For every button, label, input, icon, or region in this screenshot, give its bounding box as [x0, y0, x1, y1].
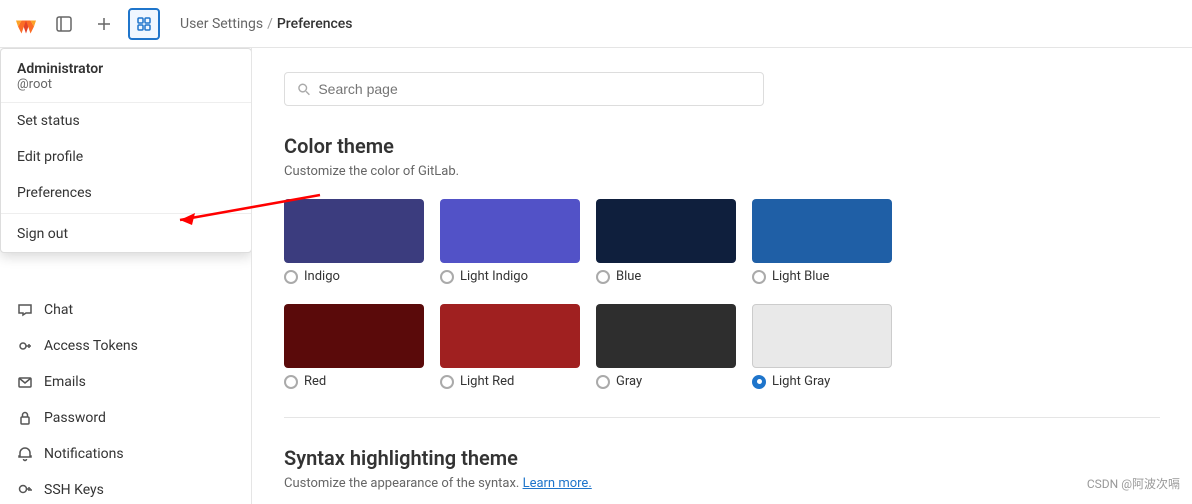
color-swatch-gray[interactable] [596, 304, 736, 368]
color-option-red: Red [284, 304, 424, 389]
search-icon [297, 82, 310, 96]
password-icon [16, 409, 34, 427]
sidebar-item-notifications[interactable]: Notifications [0, 436, 251, 472]
learn-more-link[interactable]: Learn more. [523, 476, 592, 491]
color-label-light-gray: Light Gray [772, 374, 830, 389]
radio-light-red[interactable] [440, 375, 454, 389]
radio-gray[interactable] [596, 375, 610, 389]
sidebar-toggle-btn[interactable] [48, 8, 80, 40]
radio-indigo[interactable] [284, 270, 298, 284]
new-item-btn[interactable] [88, 8, 120, 40]
color-label-indigo: Indigo [304, 269, 340, 284]
access-tokens-icon [16, 337, 34, 355]
color-label-light-red: Light Red [460, 374, 514, 389]
color-swatch-light-red[interactable] [440, 304, 580, 368]
search-bar [284, 72, 764, 106]
sidebar-item-ssh-keys[interactable]: SSH Keys [0, 472, 251, 504]
layout: Administrator @root Set status Edit prof… [0, 48, 1192, 504]
set-status-item[interactable]: Set status [1, 103, 251, 139]
color-swatch-red[interactable] [284, 304, 424, 368]
color-swatch-blue[interactable] [596, 199, 736, 263]
color-theme-grid: Indigo Light Indigo Blue [284, 199, 1160, 389]
breadcrumb-current: Preferences [277, 16, 353, 32]
notifications-icon [16, 445, 34, 463]
color-label-light-indigo: Light Indigo [460, 269, 528, 284]
sidebar-item-emails[interactable]: Emails [0, 364, 251, 400]
color-swatch-light-blue[interactable] [752, 199, 892, 263]
preferences-item[interactable]: Preferences [1, 175, 251, 211]
sidebar-item-access-tokens[interactable]: Access Tokens [0, 328, 251, 364]
sidebar-item-access-tokens-label: Access Tokens [44, 338, 138, 354]
dropdown-handle: @root [17, 77, 235, 92]
section-divider [284, 417, 1160, 418]
sidebar-item-ssh-keys-label: SSH Keys [44, 482, 104, 498]
color-option-light-red: Light Red [440, 304, 580, 389]
color-swatch-indigo[interactable] [284, 199, 424, 263]
color-swatch-light-indigo[interactable] [440, 199, 580, 263]
color-label-gray: Gray [616, 374, 642, 389]
radio-red[interactable] [284, 375, 298, 389]
main-content: Color theme Customize the color of GitLa… [252, 48, 1192, 504]
breadcrumb: User Settings / Preferences [180, 16, 353, 32]
breadcrumb-separator: / [267, 16, 273, 32]
grid-btn[interactable] [128, 8, 160, 40]
sidebar-item-chat[interactable]: Chat [0, 292, 251, 328]
search-input[interactable] [318, 81, 751, 97]
sidebar: Administrator @root Set status Edit prof… [0, 48, 252, 504]
edit-profile-item[interactable]: Edit profile [1, 139, 251, 175]
color-theme-subtitle: Customize the color of GitLab. [284, 164, 1160, 179]
color-option-light-indigo: Light Indigo [440, 199, 580, 284]
syntax-theme-subtitle: Customize the appearance of the syntax. … [284, 476, 1160, 491]
sidebar-item-password-label: Password [44, 410, 106, 426]
radio-light-blue[interactable] [752, 270, 766, 284]
sidebar-nav: Chat Access Tokens [0, 288, 251, 504]
dropdown-divider [1, 213, 251, 214]
color-label-light-blue: Light Blue [772, 269, 829, 284]
color-swatch-light-gray[interactable] [752, 304, 892, 368]
radio-blue[interactable] [596, 270, 610, 284]
color-option-light-blue: Light Blue [752, 199, 892, 284]
watermark: CSDN @阿波次嗝 [1087, 475, 1180, 492]
emails-icon [16, 373, 34, 391]
color-option-gray: Gray [596, 304, 736, 389]
radio-light-indigo[interactable] [440, 270, 454, 284]
color-label-red: Red [304, 374, 326, 389]
sign-out-item[interactable]: Sign out [1, 216, 251, 252]
dropdown-username: Administrator [17, 61, 235, 77]
syntax-theme-title: Syntax highlighting theme [284, 446, 1160, 470]
sidebar-item-chat-label: Chat [44, 302, 73, 318]
chat-icon [16, 301, 34, 319]
sidebar-item-password[interactable]: Password [0, 400, 251, 436]
color-theme-title: Color theme [284, 134, 1160, 158]
color-option-blue: Blue [596, 199, 736, 284]
color-option-indigo: Indigo [284, 199, 424, 284]
sidebar-item-emails-label: Emails [44, 374, 86, 390]
dropdown-header: Administrator @root [1, 49, 251, 103]
radio-light-gray[interactable] [752, 375, 766, 389]
breadcrumb-parent[interactable]: User Settings [180, 16, 263, 32]
ssh-keys-icon [16, 481, 34, 499]
top-nav: User Settings / Preferences [0, 0, 1192, 48]
color-option-light-gray: Light Gray [752, 304, 892, 389]
color-label-blue: Blue [616, 269, 641, 284]
user-dropdown-menu: Administrator @root Set status Edit prof… [0, 48, 252, 253]
gitlab-logo[interactable] [12, 10, 40, 38]
sidebar-item-notifications-label: Notifications [44, 446, 124, 462]
